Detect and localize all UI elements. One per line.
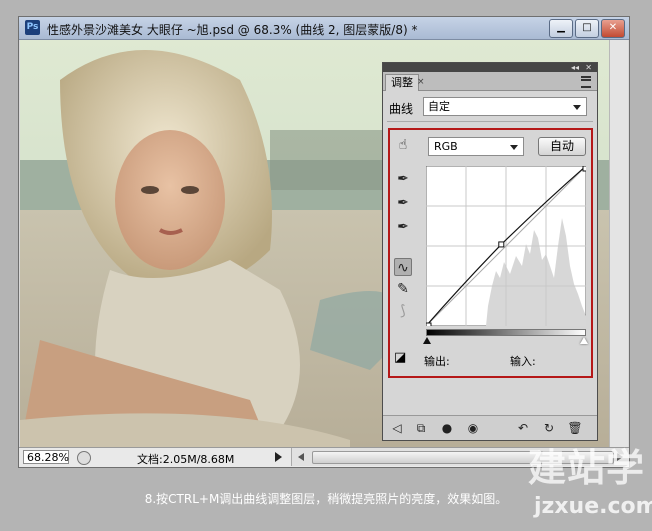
- watermark-logo: 建站学: [528, 446, 646, 490]
- eyedropper-white-icon[interactable]: ✒: [394, 218, 412, 236]
- scroll-left-icon[interactable]: [298, 453, 304, 461]
- divider: [387, 121, 593, 122]
- maximize-button[interactable]: □: [575, 19, 599, 38]
- status-info-icon[interactable]: [77, 451, 91, 465]
- pointing-hand-icon[interactable]: ☝: [394, 136, 412, 154]
- photoshop-app-icon: Ps: [25, 20, 40, 35]
- input-label: 输入:: [510, 355, 536, 368]
- panel-header-strip: ◂◂ ✕: [383, 63, 597, 72]
- chevron-down-icon: [510, 145, 518, 150]
- smooth-icon[interactable]: ⟆: [394, 302, 412, 320]
- curve-graph[interactable]: [426, 166, 586, 326]
- tab-close-icon[interactable]: ×: [417, 77, 425, 87]
- curve-point-0[interactable]: [426, 322, 432, 326]
- curve-edit-icon[interactable]: ∿: [394, 258, 412, 276]
- input-gradient-bar: [426, 329, 586, 336]
- curve-point-1[interactable]: [498, 241, 505, 248]
- eyedropper-black-icon[interactable]: ✒: [394, 170, 412, 188]
- minimize-button[interactable]: ▁: [549, 19, 573, 38]
- panel-bottom-toolbar: ◁ ⧉ ● ◉ ↶ ↻ 🗑: [383, 415, 597, 440]
- trash-icon[interactable]: 🗑: [567, 420, 583, 436]
- zoom-field[interactable]: 68.28%: [23, 450, 69, 464]
- chevron-down-icon: [573, 105, 581, 110]
- expand-view-icon[interactable]: ⧉: [413, 420, 429, 436]
- black-point-slider-icon[interactable]: [423, 337, 431, 344]
- output-label: 输出:: [424, 355, 450, 368]
- panel-tab-row: 调整 ×: [383, 72, 597, 91]
- adjustments-panel: ◂◂ ✕ 调整 × 曲线 自定 ☝ ✒ ✒ ✒ ∿ ✎ ⟆ RGB 自动 ◪ 输…: [382, 62, 598, 441]
- clip-layer-icon[interactable]: ●: [439, 420, 455, 436]
- visibility-eye-icon[interactable]: ◉: [465, 420, 481, 436]
- close-button[interactable]: ✕: [601, 19, 625, 38]
- document-size-info: 文档:2.05M/8.68M: [137, 453, 235, 466]
- preset-dropdown[interactable]: 自定: [423, 97, 587, 116]
- view-previous-icon[interactable]: ↶: [515, 420, 531, 436]
- preset-value: 自定: [428, 100, 450, 113]
- status-menu-arrow-icon[interactable]: [275, 452, 282, 462]
- curve-point-2[interactable]: [582, 166, 586, 172]
- channel-value: RGB: [434, 140, 458, 153]
- auto-button[interactable]: 自动: [538, 137, 586, 156]
- vertical-scrollbar[interactable]: [609, 40, 628, 449]
- white-point-slider-icon[interactable]: [580, 337, 588, 344]
- document-title: 性感外景沙滩美女 大眼仔 ~旭.psd @ 68.3% (曲线 2, 图层蒙版/…: [47, 23, 418, 37]
- eyedropper-gray-icon[interactable]: ✒: [394, 194, 412, 212]
- panel-menu-icon[interactable]: [581, 76, 591, 88]
- clipping-warning-icon[interactable]: ◪: [394, 350, 412, 366]
- collapse-panel-icon[interactable]: ◂◂: [571, 63, 579, 72]
- curves-highlight-box: ☝ ✒ ✒ ✒ ∿ ✎ ⟆ RGB 自动 ◪ 输出: 输入:: [388, 128, 593, 378]
- reset-icon[interactable]: ↻: [541, 420, 557, 436]
- watermark-url: jzxue.com: [534, 494, 652, 519]
- tab-adjustments[interactable]: 调整: [385, 74, 419, 91]
- close-panel-icon[interactable]: ✕: [585, 63, 592, 72]
- title-bar[interactable]: Ps 性感外景沙滩美女 大眼仔 ~旭.psd @ 68.3% (曲线 2, 图层…: [19, 17, 629, 40]
- pencil-icon[interactable]: ✎: [394, 280, 412, 298]
- channel-dropdown[interactable]: RGB: [428, 137, 524, 156]
- back-arrow-icon[interactable]: ◁: [389, 420, 405, 436]
- adjustment-type-label: 曲线: [389, 102, 414, 116]
